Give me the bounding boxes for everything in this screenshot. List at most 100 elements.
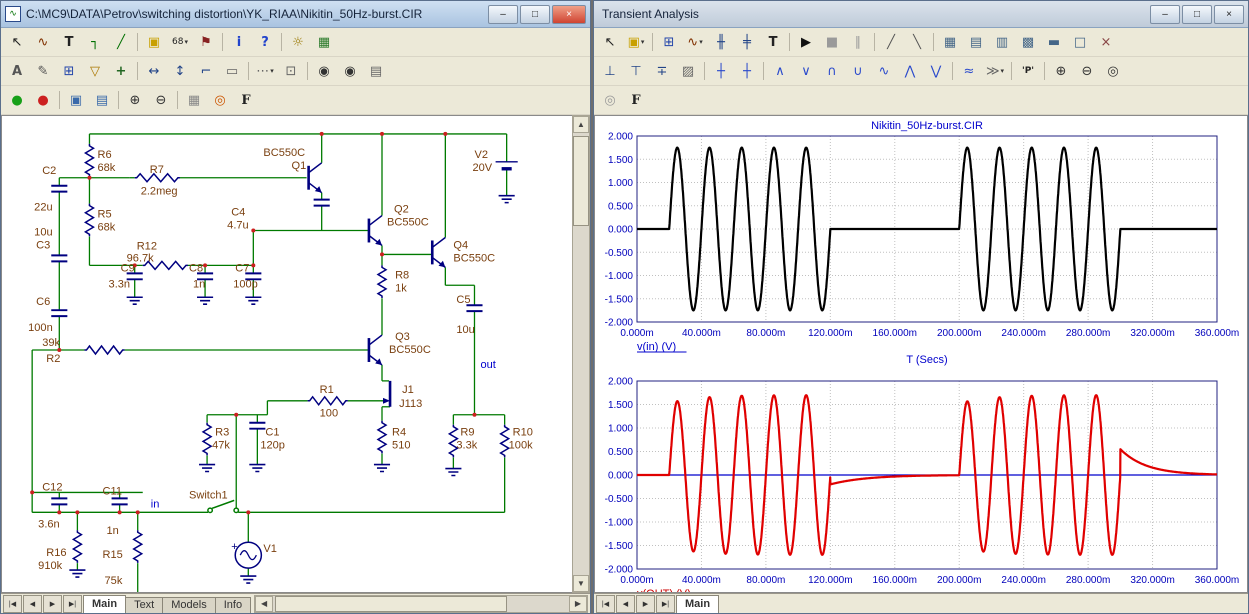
- smooth-icon[interactable]: ≈: [957, 60, 981, 83]
- go-to-y-icon[interactable]: ∓: [650, 60, 674, 83]
- go-to-branch-icon[interactable]: ▨: [676, 60, 700, 83]
- horizontal-scroll-thumb[interactable]: [275, 596, 507, 612]
- settings-icon[interactable]: ☼: [286, 31, 310, 54]
- ruler-icon[interactable]: ▥: [990, 31, 1014, 54]
- page-outline-icon[interactable]: □: [1068, 31, 1092, 54]
- open-files-icon[interactable]: ▦: [182, 89, 206, 112]
- low-icon[interactable]: ∪: [846, 60, 870, 83]
- annotation-icon[interactable]: ▣: [142, 31, 166, 54]
- step-box-icon[interactable]: ▭: [220, 60, 244, 83]
- peak-icon[interactable]: ∧: [768, 60, 792, 83]
- global-low-icon[interactable]: ⋁: [924, 60, 948, 83]
- scroll-down-icon[interactable]: ▼: [573, 575, 589, 592]
- tab-main[interactable]: Main: [676, 595, 719, 613]
- go-to-x-icon[interactable]: ⊤: [624, 60, 648, 83]
- copy-page-icon[interactable]: ▤: [90, 89, 114, 112]
- flip-horizontal-icon[interactable]: ↔: [142, 60, 166, 83]
- help-donut-icon[interactable]: ◎: [208, 89, 232, 112]
- grid-icon[interactable]: ⊞: [57, 60, 81, 83]
- tab-models[interactable]: Models: [162, 597, 215, 613]
- flag-icon[interactable]: ⚑: [194, 31, 218, 54]
- text-mode-icon[interactable]: T: [761, 31, 785, 54]
- tab-main[interactable]: Main: [83, 595, 126, 613]
- zoom-fit-icon[interactable]: ◎: [1101, 60, 1125, 83]
- select-mode-icon[interactable]: ↖: [598, 31, 622, 54]
- tab-scroll-next-icon[interactable]: ▶: [636, 595, 655, 613]
- zoom-out-icon[interactable]: ⊖: [149, 89, 173, 112]
- scale-mode-icon[interactable]: ⊞: [657, 31, 681, 54]
- minimize-button[interactable]: –: [1150, 5, 1180, 24]
- text-mode-icon[interactable]: T: [57, 31, 81, 54]
- cursor-right-icon[interactable]: ┼: [735, 60, 759, 83]
- plus-marks-icon[interactable]: ▩: [1016, 31, 1040, 54]
- zoom-in-icon[interactable]: ⊕: [123, 89, 147, 112]
- cursor-mode-icon[interactable]: ∿▾: [683, 31, 707, 54]
- scroll-right-icon[interactable]: ▶: [569, 596, 587, 612]
- horizontal-scroll-track[interactable]: [273, 596, 569, 612]
- tab-scroll-last-icon[interactable]: ▶|: [63, 595, 82, 613]
- wire-mode-icon[interactable]: ┐: [83, 31, 107, 54]
- maximize-button[interactable]: □: [520, 5, 550, 24]
- zoom-in-icon[interactable]: ⊕: [1049, 60, 1073, 83]
- select-mode-icon[interactable]: ↖: [5, 31, 29, 54]
- baseline-icon[interactable]: ▬: [1042, 31, 1066, 54]
- run-icon[interactable]: ▶: [794, 31, 818, 54]
- tab-scroll-first-icon[interactable]: |◀: [3, 595, 22, 613]
- valley-icon[interactable]: ∨: [794, 60, 818, 83]
- tab-scroll-last-icon[interactable]: ▶|: [656, 595, 675, 613]
- horizontal-scrollbar[interactable]: ◀ ▶: [254, 595, 588, 613]
- scroll-up-icon[interactable]: ▲: [573, 116, 589, 133]
- close-button[interactable]: ×: [552, 5, 586, 24]
- tab-info[interactable]: Info: [215, 597, 251, 613]
- rotate-icon[interactable]: ⌐: [194, 60, 218, 83]
- high-icon[interactable]: ∩: [820, 60, 844, 83]
- title-bar[interactable]: ∿ C:\MC9\DATA\Petrov\switching distortio…: [1, 1, 590, 28]
- find-next-icon[interactable]: ◉: [338, 60, 362, 83]
- region-box-icon[interactable]: ⊡: [279, 60, 303, 83]
- flip-vertical-icon[interactable]: ↕: [168, 60, 192, 83]
- attribute-text-icon[interactable]: A: [5, 60, 29, 83]
- zoom-out-icon[interactable]: ⊖: [1075, 60, 1099, 83]
- global-high-icon[interactable]: ⋀: [898, 60, 922, 83]
- cursor-left-icon[interactable]: ┼: [709, 60, 733, 83]
- vertical-scroll-thumb[interactable]: [573, 136, 589, 226]
- grid-dots-icon[interactable]: ⋯▾: [253, 60, 277, 83]
- vertical-scrollbar[interactable]: ▲ ▼: [572, 115, 590, 593]
- scroll-left-icon[interactable]: ◀: [255, 596, 273, 612]
- tab-scroll-first-icon[interactable]: |◀: [596, 595, 615, 613]
- data-points-icon[interactable]: ▦: [938, 31, 962, 54]
- tab-text[interactable]: Text: [125, 597, 163, 613]
- close-plot-icon[interactable]: ×: [1094, 31, 1118, 54]
- help-point-icon[interactable]: ?: [253, 31, 277, 54]
- tab-scroll-prev-icon[interactable]: ◀: [23, 595, 42, 613]
- slope-icon[interactable]: ╱: [879, 31, 903, 54]
- inflection-icon[interactable]: ∿: [872, 60, 896, 83]
- tab-scroll-next-icon[interactable]: ▶: [43, 595, 62, 613]
- vertical-tag-icon[interactable]: ╪: [735, 31, 759, 54]
- title-bar[interactable]: Transient Analysis –□×: [594, 1, 1248, 28]
- stop-analysis-icon[interactable]: ●: [31, 89, 55, 112]
- vertical-scroll-track[interactable]: [573, 133, 589, 575]
- help-donut-icon[interactable]: ◎: [598, 89, 622, 112]
- run-analysis-icon[interactable]: ●: [5, 89, 29, 112]
- info-icon[interactable]: i: [227, 31, 251, 54]
- plot-area[interactable]: Nikitin_50Hz-burst.CIR2.0001.5001.0000.5…: [594, 115, 1248, 593]
- font-icon[interactable]: F: [234, 89, 258, 112]
- go-to-performance-icon[interactable]: ⊥: [598, 60, 622, 83]
- close-button[interactable]: ×: [1214, 5, 1244, 24]
- tab-scroll-prev-icon[interactable]: ◀: [616, 595, 635, 613]
- find-icon[interactable]: ◉: [312, 60, 336, 83]
- fanout-icon[interactable]: ▽: [83, 60, 107, 83]
- edit-icon[interactable]: ✎: [31, 60, 55, 83]
- component-mode-icon[interactable]: ∿: [31, 31, 55, 54]
- picture-icon[interactable]: ▦: [312, 31, 336, 54]
- diagonal-wire-icon[interactable]: ╱: [109, 31, 133, 54]
- annotation-icon[interactable]: ▣▾: [624, 31, 648, 54]
- repeat-last-icon[interactable]: ▤: [364, 60, 388, 83]
- minimize-button[interactable]: –: [488, 5, 518, 24]
- horizontal-tag-icon[interactable]: ╫: [709, 31, 733, 54]
- add-part-icon[interactable]: +: [109, 60, 133, 83]
- font-icon[interactable]: F: [624, 89, 648, 112]
- stop-icon[interactable]: ■: [820, 31, 844, 54]
- maximize-button[interactable]: □: [1182, 5, 1212, 24]
